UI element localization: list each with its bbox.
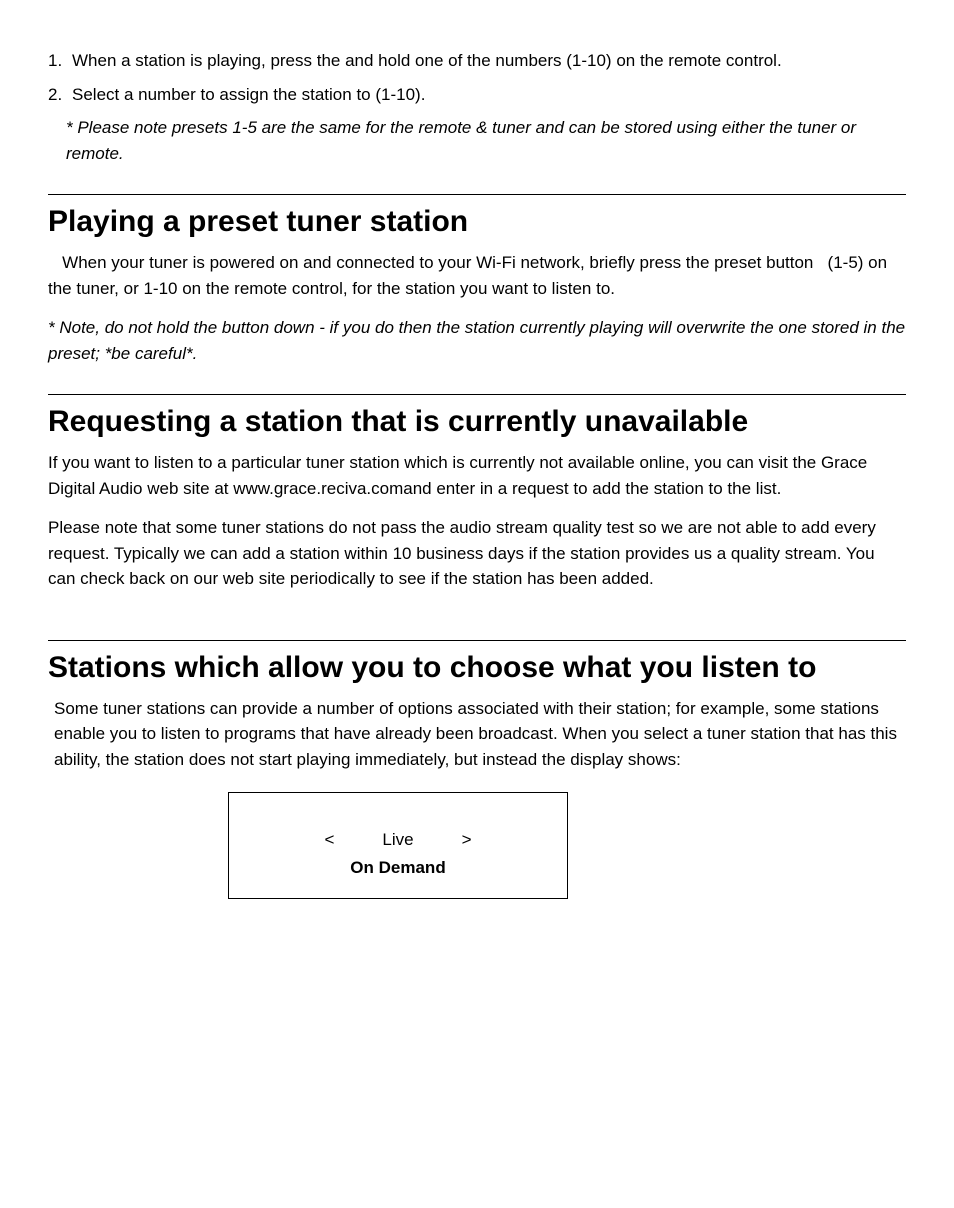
display-option-live: Live <box>382 827 413 853</box>
section-divider <box>48 640 906 641</box>
paragraph: When your tuner is powered on and connec… <box>48 250 906 301</box>
section-divider <box>48 394 906 395</box>
section-heading-stations-choose: Stations which allow you to choose what … <box>48 645 906 690</box>
list-item: 2. Select a number to assign the station… <box>48 82 906 108</box>
tuner-display-box: < Live > On Demand <box>228 792 568 899</box>
paragraph: If you want to listen to a particular tu… <box>48 450 906 501</box>
section-heading-playing-preset: Playing a preset tuner station <box>48 199 906 244</box>
section-divider <box>48 194 906 195</box>
list-item: 1. When a station is playing, press the … <box>48 48 906 74</box>
display-line-1: < Live > <box>239 827 557 853</box>
display-option-ondemand: On Demand <box>239 855 557 881</box>
chevron-left-icon: < <box>324 827 334 853</box>
paragraph: Some tuner stations can provide a number… <box>48 696 906 773</box>
list-note: * Please note presets 1-5 are the same f… <box>48 115 906 166</box>
warning-note: * Note, do not hold the button down - if… <box>48 315 906 366</box>
list-text: Select a number to assign the station to… <box>72 82 425 108</box>
list-number: 2. <box>48 82 72 108</box>
list-number: 1. <box>48 48 72 74</box>
ordered-list: 1. When a station is playing, press the … <box>48 48 906 166</box>
chevron-right-icon: > <box>462 827 472 853</box>
section-heading-requesting-station: Requesting a station that is currently u… <box>48 399 906 444</box>
list-text: When a station is playing, press the and… <box>72 48 782 74</box>
paragraph: Please note that some tuner stations do … <box>48 515 906 592</box>
